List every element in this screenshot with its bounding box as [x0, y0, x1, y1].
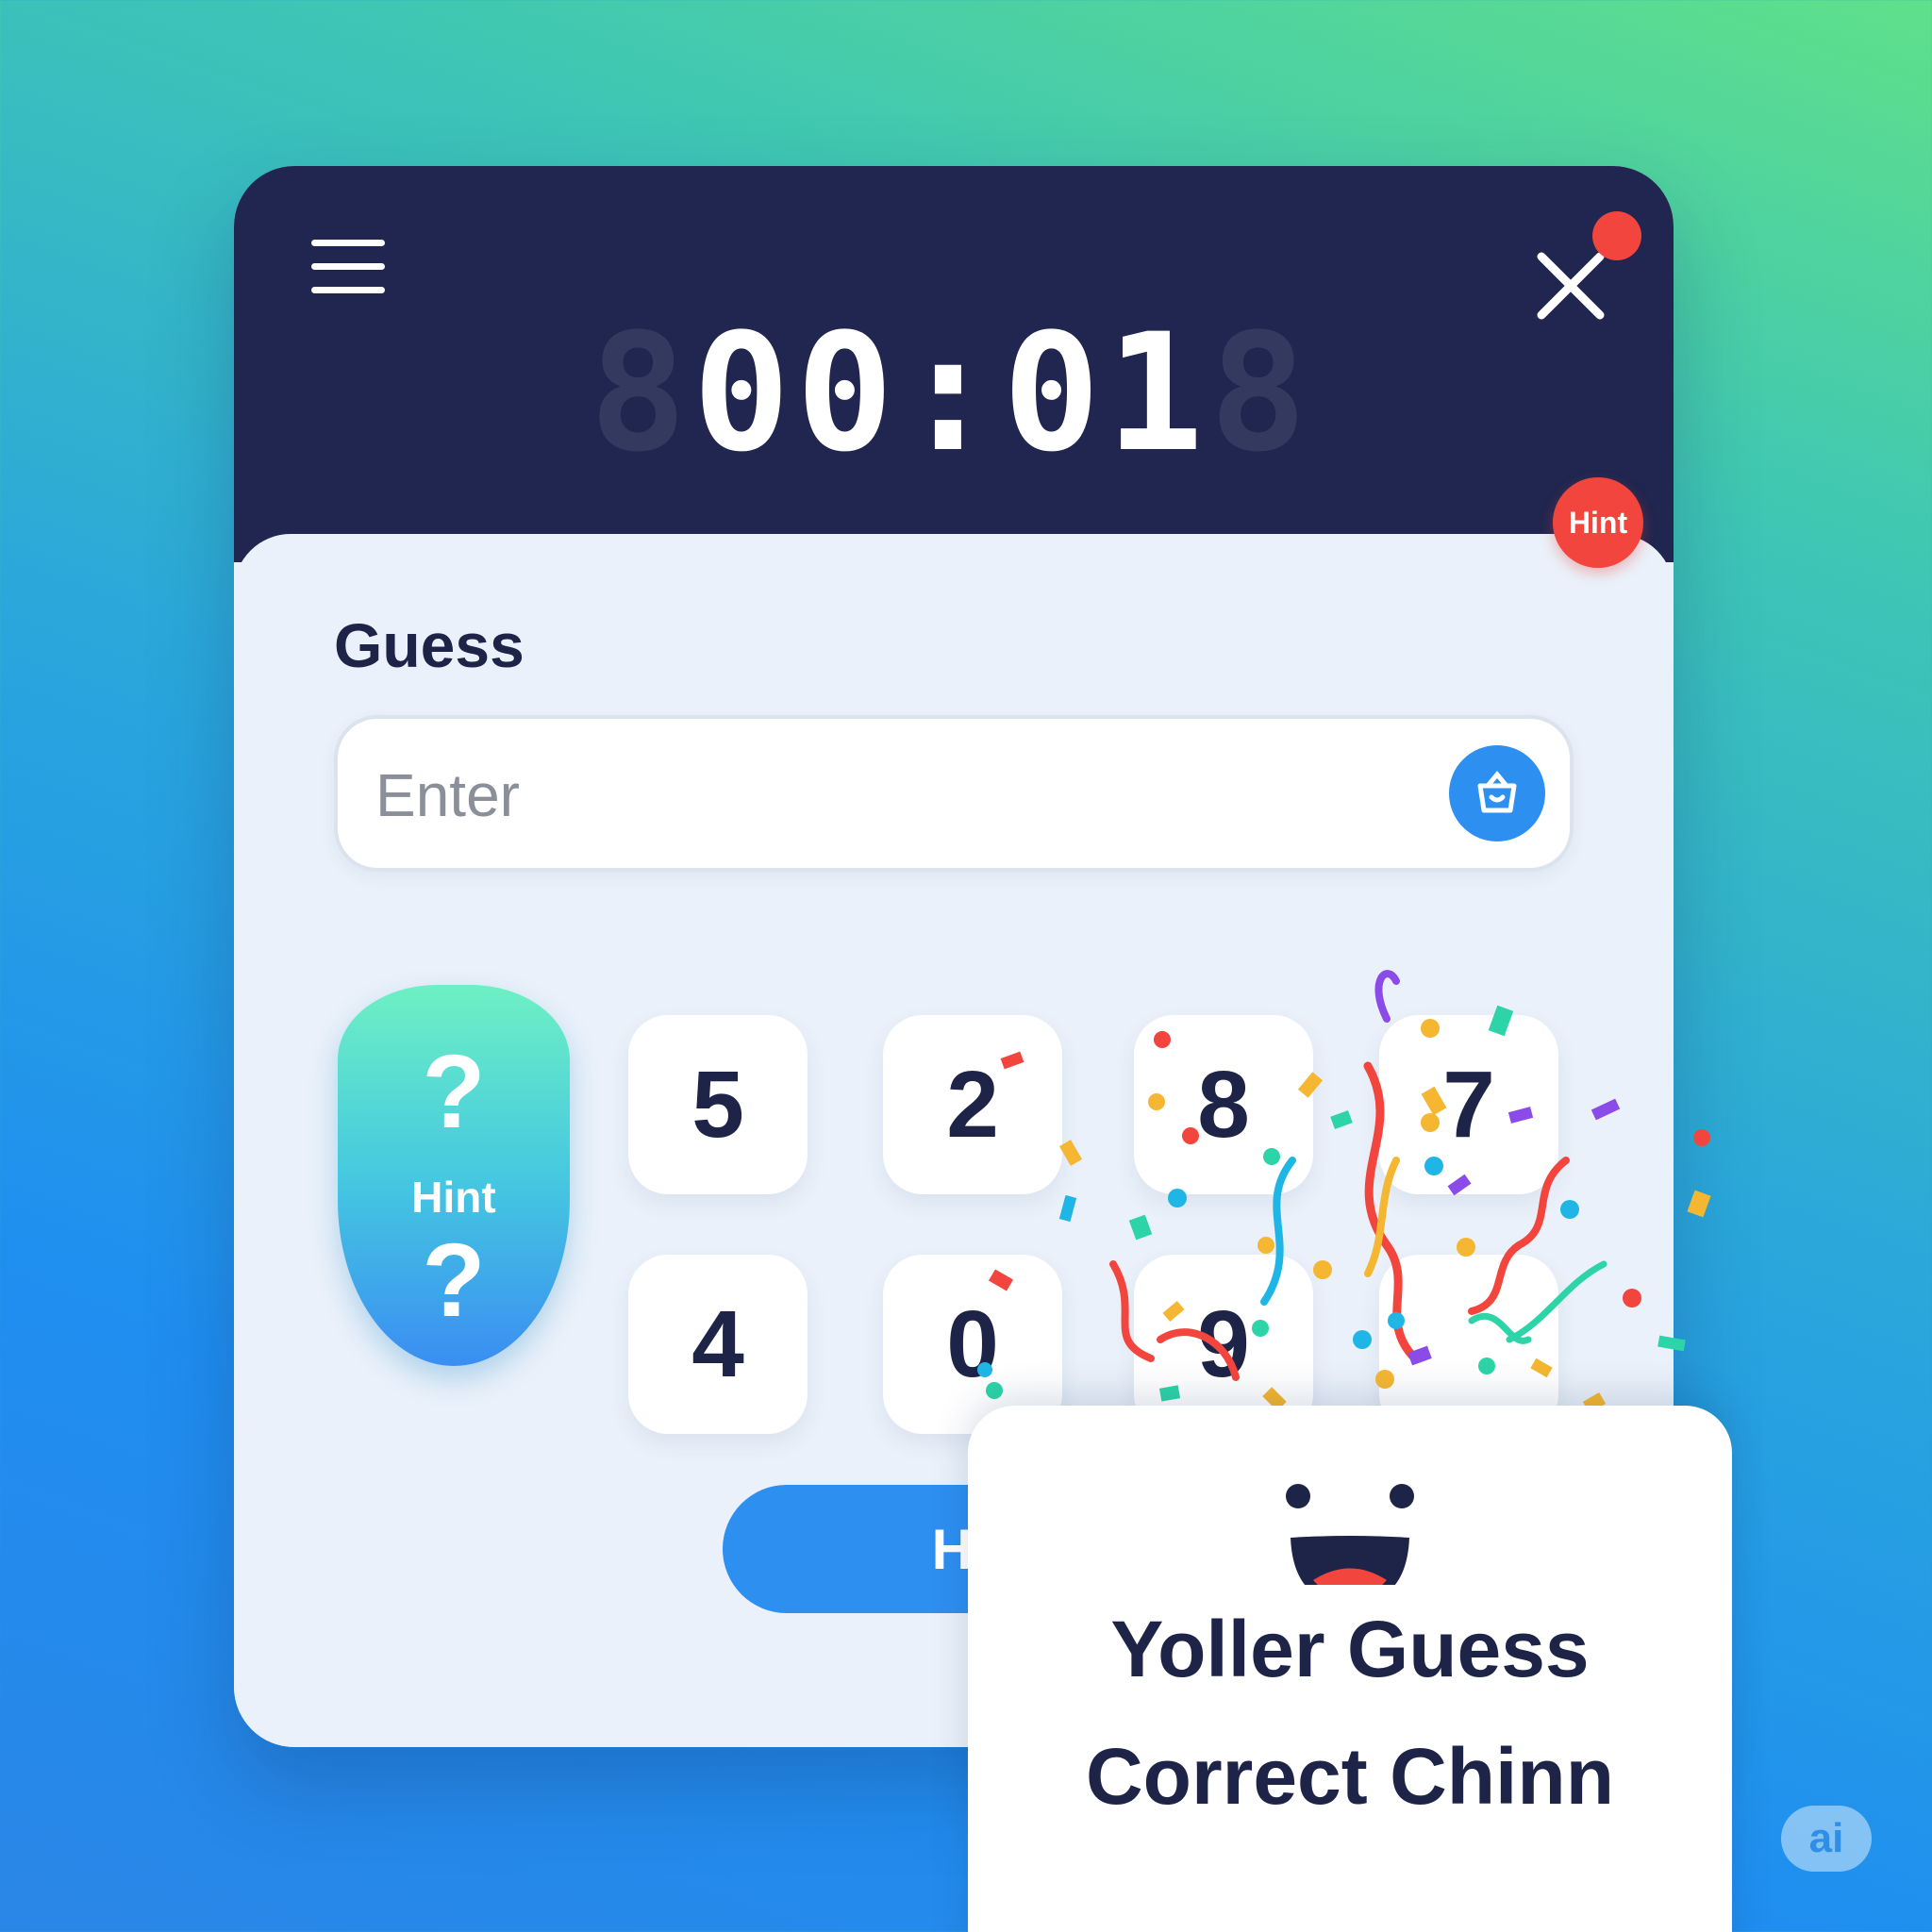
guess-input[interactable] [375, 743, 1413, 847]
keypad-key-5[interactable]: 5 [628, 1015, 808, 1194]
notification-dot [1592, 211, 1641, 260]
hint-tile-label: Hint [411, 1173, 496, 1222]
keypad-key-4[interactable]: 4 [628, 1255, 808, 1434]
timer-display: 8 00:0 1 8 [590, 289, 1307, 496]
timer-value: 00:0 [692, 297, 1107, 488]
keypad-key-7[interactable]: 7 [1379, 1015, 1558, 1194]
keypad-key-2[interactable]: 2 [883, 1015, 1062, 1194]
laughing-face-icon [1286, 1484, 1414, 1585]
guess-label: Guess [334, 610, 525, 680]
success-subtitle: Correct Chinn [1085, 1732, 1615, 1821]
timer-last-digit: 1 [1106, 297, 1209, 488]
basket-glyph [1477, 771, 1517, 813]
success-card: Yoller Guess Correct Chinn [968, 1406, 1732, 1932]
question-mark-icon: ? [422, 1034, 486, 1150]
hamburger-menu-icon[interactable] [311, 240, 385, 296]
guess-input-container [334, 715, 1574, 872]
header-bar: 8 00:0 1 8 [234, 166, 1674, 562]
timer-ghost-digit: 8 [1208, 297, 1313, 488]
timer-ghost-digit: 8 [589, 297, 693, 488]
keypad-key-8[interactable]: 8 [1134, 1015, 1313, 1194]
hint-tile[interactable]: ? Hint ? [338, 985, 570, 1366]
question-mark-icon: ? [422, 1223, 486, 1339]
submit-basket-icon[interactable] [1449, 745, 1545, 841]
ai-watermark-badge: ai [1781, 1806, 1872, 1872]
hint-badge[interactable]: Hint [1553, 477, 1643, 568]
success-title: Yoller Guess [1110, 1605, 1590, 1693]
